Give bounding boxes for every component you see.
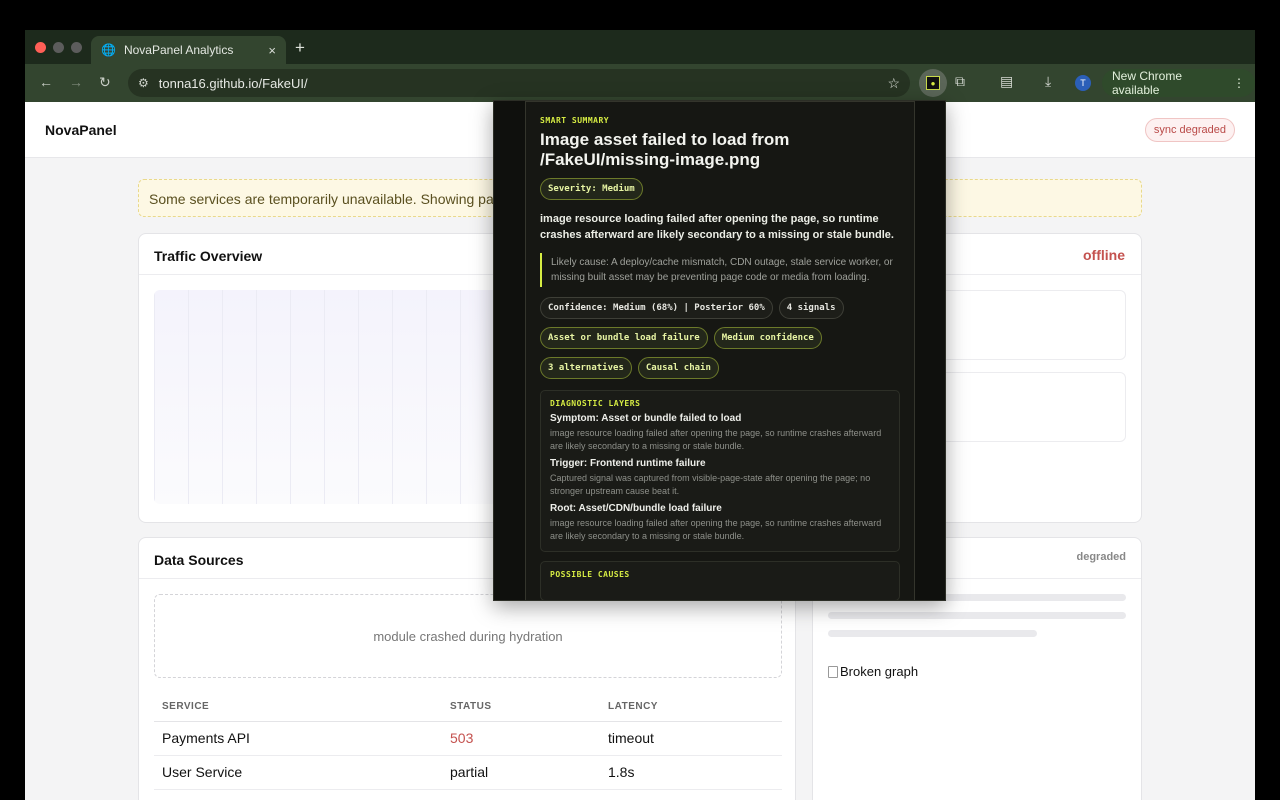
bookmark-star-icon[interactable]: ☆ — [887, 75, 900, 92]
traffic-status: offline — [1083, 247, 1125, 263]
service-status: failed — [442, 789, 600, 800]
url-text[interactable]: tonna16.github.io/FakeUI/ — [159, 76, 878, 91]
download-icon[interactable]: ⤓ — [1045, 73, 1051, 90]
service-name: Payments API — [154, 721, 442, 756]
extension-active-button[interactable]: ● — [919, 69, 947, 97]
broken-image-alt: Broken graph — [840, 664, 919, 679]
service-status: 503 — [442, 721, 600, 756]
data-sources-title: Data Sources — [154, 552, 244, 568]
site-settings-icon[interactable]: ⚙ — [138, 76, 149, 90]
confidence-badge: Confidence: Medium (68%) | Posterior 60% — [540, 297, 773, 319]
column-header: LATENCY — [600, 693, 782, 722]
causes-title: POSSIBLE CAUSES — [550, 570, 630, 579]
service-name: User Service — [154, 755, 442, 790]
reading-mode-icon[interactable]: ▤ — [1000, 73, 1013, 90]
summary-title: Image asset failed to load from /FakeUI/… — [540, 130, 790, 169]
tag-pill[interactable]: 3 alternatives — [540, 357, 632, 379]
service-status: partial — [442, 755, 600, 790]
layer-heading: Trigger: Frontend runtime failure — [550, 458, 706, 469]
signals-badge: 4 signals — [778, 297, 844, 319]
tab-title: NovaPanel Analytics — [123, 43, 234, 57]
table-row: Payments API 503 timeout — [154, 721, 782, 756]
sync-status-badge: sync degraded — [1144, 118, 1235, 142]
browser-tab[interactable]: 🌐 NovaPanel Analytics × — [91, 36, 286, 64]
diagnostic-layers: DIAGNOSTIC LAYERS Symptom: Asset or bund… — [540, 390, 900, 552]
close-window-button[interactable] — [35, 42, 46, 53]
extensions-puzzle-icon[interactable]: ⧉ — [955, 73, 965, 90]
window-controls — [35, 42, 82, 53]
column-header: STATUS — [442, 693, 600, 722]
service-latency: 1.8s — [600, 755, 782, 790]
severity-badge: Severity: Medium — [540, 178, 643, 200]
layers-title: DIAGNOSTIC LAYERS — [550, 399, 641, 408]
table-row: User Service partial 1.8s — [154, 755, 782, 790]
brand-name: NovaPanel — [45, 122, 117, 138]
skeleton-line — [828, 630, 1037, 637]
tag-pill[interactable]: Causal chain — [637, 357, 719, 379]
reload-icon[interactable]: ↻ — [99, 74, 111, 91]
popup-edge — [914, 101, 945, 600]
layer-body: image resource loading failed after open… — [550, 428, 882, 451]
extension-popup: SMART SUMMARY Image asset failed to load… — [493, 100, 946, 601]
extension-icon: ● — [926, 76, 940, 90]
smart-summary-panel[interactable]: SMART SUMMARY Image asset failed to load… — [525, 101, 915, 600]
new-tab-button[interactable]: + — [295, 38, 305, 58]
table-header-row: SERVICE STATUS LATENCY — [154, 693, 782, 722]
close-tab-icon[interactable]: × — [268, 43, 276, 58]
forward-arrow-icon[interactable]: → — [69, 74, 83, 90]
minimize-window-button[interactable] — [53, 42, 64, 53]
update-chrome-button[interactable]: New Chrome available ⋮ — [1102, 69, 1255, 97]
title-bar: 🌐 NovaPanel Analytics × + — [25, 30, 1255, 64]
browser-toolbar: ← → ↻ ⚙ tonna16.github.io/FakeUI/ ☆ ● ⧉ … — [25, 64, 1255, 102]
broken-image: Broken graph — [828, 664, 918, 679]
layer-heading: Symptom: Asset or bundle failed to load — [550, 413, 742, 424]
summary-text: image resource loading failed after open… — [540, 213, 894, 241]
service-latency — [600, 789, 782, 800]
table-row: Analytics failed — [154, 789, 782, 800]
back-arrow-icon[interactable]: ← — [39, 74, 53, 90]
layer-body: image resource loading failed after open… — [550, 518, 882, 541]
menu-dots-icon[interactable]: ⋮ — [1233, 76, 1245, 90]
broken-image-icon — [828, 665, 838, 678]
globe-icon: 🌐 — [101, 43, 116, 57]
services-table: SERVICE STATUS LATENCY Payments API 503 … — [154, 693, 782, 800]
service-latency: timeout — [600, 721, 782, 756]
possible-causes: POSSIBLE CAUSES — [540, 561, 900, 600]
tag-pill[interactable]: Asset or bundle load failure — [540, 327, 708, 349]
skeleton-line — [828, 612, 1126, 619]
profile-avatar[interactable]: T — [1075, 75, 1091, 91]
crash-message: module crashed during hydration — [154, 594, 782, 678]
likely-cause: Likely cause: A deploy/cache mismatch, C… — [540, 253, 900, 287]
tag-pill[interactable]: Medium confidence — [713, 327, 822, 349]
column-header: SERVICE — [154, 693, 442, 722]
popup-edge — [494, 101, 525, 600]
update-label: New Chrome available — [1112, 69, 1183, 97]
address-bar[interactable]: ⚙ tonna16.github.io/FakeUI/ ☆ — [128, 69, 910, 97]
service-name: Analytics — [154, 789, 442, 800]
traffic-card-title: Traffic Overview — [154, 248, 263, 264]
summary-kicker: SMART SUMMARY — [540, 116, 610, 125]
side-status: degraded — [1076, 551, 1126, 563]
layer-heading: Root: Asset/CDN/bundle load failure — [550, 503, 722, 514]
layer-body: Captured signal was captured from visibl… — [550, 473, 871, 496]
maximize-window-button[interactable] — [71, 42, 82, 53]
